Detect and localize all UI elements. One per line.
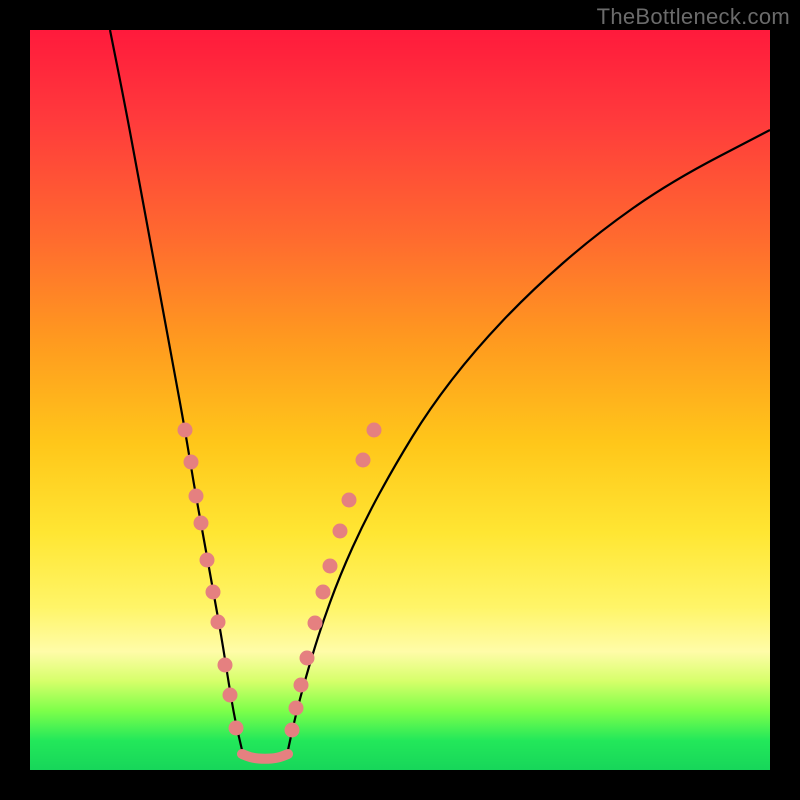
data-dot [323, 559, 338, 574]
data-dot [178, 423, 193, 438]
curve-left-branch [110, 30, 242, 750]
data-dot [211, 615, 226, 630]
data-dot [229, 721, 244, 736]
data-dot [218, 658, 233, 673]
data-dot [300, 651, 315, 666]
data-dot [189, 489, 204, 504]
data-dot [333, 524, 348, 539]
data-dot [223, 688, 238, 703]
curve-right-branch [288, 130, 770, 750]
data-dot [184, 455, 199, 470]
data-dot [289, 701, 304, 716]
data-dot [194, 516, 209, 531]
data-dot [206, 585, 221, 600]
data-dot [294, 678, 309, 693]
data-dot [342, 493, 357, 508]
data-dot [356, 453, 371, 468]
dots-right-group [285, 423, 382, 738]
chart-frame [30, 30, 770, 770]
watermark-text: TheBottleneck.com [597, 4, 790, 30]
curve-valley-floor [242, 754, 288, 759]
data-dot [308, 616, 323, 631]
chart-svg [30, 30, 770, 770]
data-dot [200, 553, 215, 568]
data-dot [285, 723, 300, 738]
data-dot [367, 423, 382, 438]
data-dot [316, 585, 331, 600]
